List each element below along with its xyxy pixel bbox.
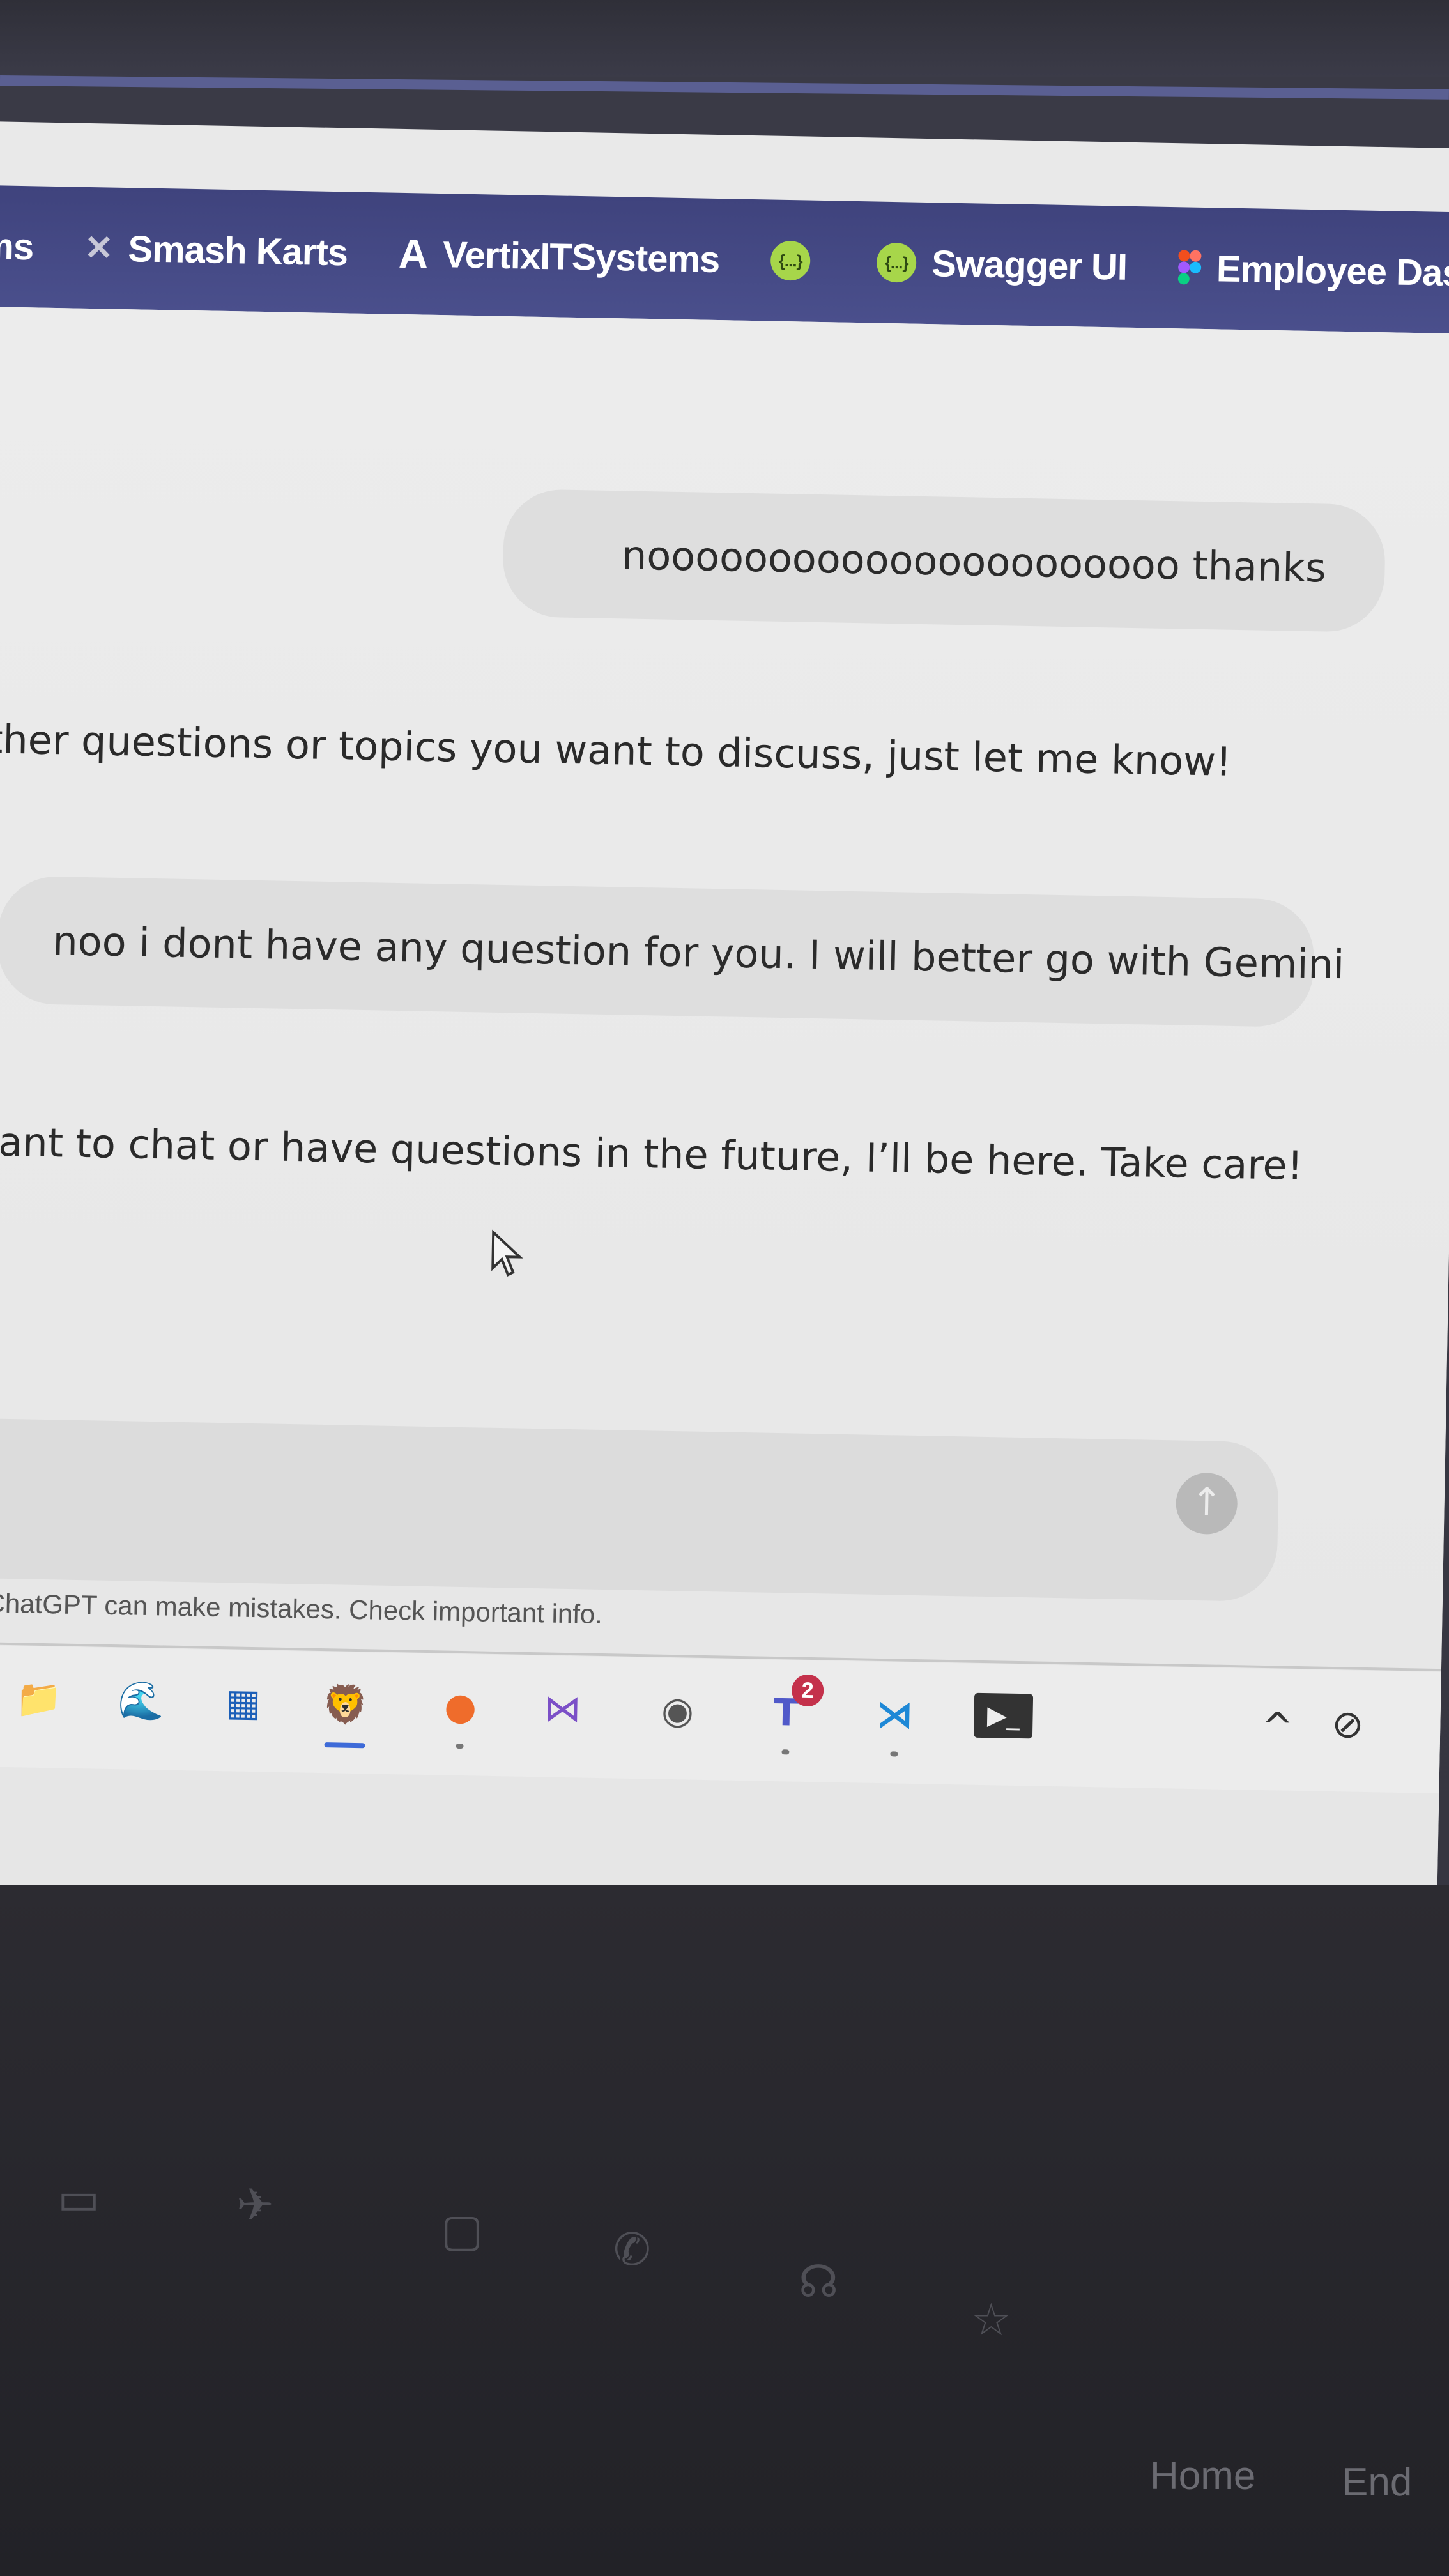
file-explorer-icon[interactable]: 📁 xyxy=(9,1669,69,1729)
bookmark-vertixitsystems[interactable]: A VertixITSystems xyxy=(398,230,720,280)
message-text: noo i dont have any question for you. I … xyxy=(52,917,1345,988)
bookmark-swagger-ui[interactable]: {...} Swagger UI xyxy=(876,241,1128,288)
bookmark-label: Employee Dashbo xyxy=(1216,247,1449,295)
braces-icon: {...} xyxy=(876,242,917,283)
display-key-icon: ▢ xyxy=(441,2205,484,2255)
headset-key-icon: ☊ xyxy=(799,2257,839,2306)
terminal-icon[interactable]: ▶_ xyxy=(973,1692,1034,1739)
home-key: Home xyxy=(1150,2454,1256,2498)
monitor-key-icon: ▭ xyxy=(57,2174,100,2223)
browser-icon[interactable]: ◉ xyxy=(648,1680,708,1740)
assistant-message: want to chat or have questions in the fu… xyxy=(0,1117,1304,1190)
braces-icon: {...} xyxy=(770,240,811,281)
bookmark-ms[interactable]: ms xyxy=(0,224,34,268)
photo-frame: ms ✕ Smash Karts A VertixITSystems {...}… xyxy=(0,0,1449,2576)
chat-area: noooooooooooooooooooooo thanks other que… xyxy=(0,306,1449,1912)
edge-icon[interactable]: 🌊 xyxy=(111,1671,171,1731)
bookmark-label: Swagger UI xyxy=(931,242,1128,288)
active-indicator xyxy=(324,1742,365,1749)
monitor-bezel-top xyxy=(0,0,1449,77)
airplane-key-icon: ✈ xyxy=(236,2180,274,2230)
brave-icon[interactable]: 🦁 xyxy=(316,1675,376,1749)
letter-a-icon: A xyxy=(398,230,428,277)
bookmark-label: VertixITSystems xyxy=(442,233,720,280)
monitor-screen: ms ✕ Smash Karts A VertixITSystems {...}… xyxy=(0,121,1449,1912)
arrow-up-icon: ↑ xyxy=(1190,1479,1223,1525)
postman-icon[interactable]: ● xyxy=(431,1676,491,1749)
teams-icon[interactable]: T 2 xyxy=(756,1674,824,1755)
star-key-icon: ☆ xyxy=(971,2295,1011,2345)
tray-overflow-chevron-icon[interactable]: ^ xyxy=(1261,1705,1294,1750)
bookmark-label: Smash Karts xyxy=(127,227,348,273)
figma-icon xyxy=(1177,250,1202,286)
bookmark-smash-karts[interactable]: ✕ Smash Karts xyxy=(84,226,348,274)
bookmark-label: ms xyxy=(0,225,34,268)
vscode-icon[interactable]: ⋊ xyxy=(865,1685,925,1757)
bunny-icon: ✕ xyxy=(84,228,114,268)
mouse-cursor-icon xyxy=(491,1229,523,1276)
user-message: noooooooooooooooooooooo thanks xyxy=(502,488,1386,633)
message-text: noooooooooooooooooooooo thanks xyxy=(621,531,1327,592)
message-input[interactable] xyxy=(0,1417,1280,1602)
notification-badge: 2 xyxy=(791,1674,824,1707)
assistant-message: other questions or topics you want to di… xyxy=(0,715,1232,785)
visual-studio-icon[interactable]: ⋈ xyxy=(533,1678,593,1738)
disclaimer-text: ChatGPT can make mistakes. Check importa… xyxy=(0,1588,603,1630)
bookmark-employee-dashboard[interactable]: Employee Dashbo xyxy=(1177,247,1449,296)
end-key: End xyxy=(1342,2460,1413,2504)
store-icon[interactable]: ▦ xyxy=(213,1673,273,1733)
bookmark-braces[interactable]: {...} xyxy=(770,240,826,282)
onedrive-icon[interactable]: ⊘ xyxy=(1331,1702,1365,1747)
phone-key-icon: ✆ xyxy=(613,2225,651,2274)
user-message: noo i dont have any question for you. I … xyxy=(0,875,1345,1028)
window-top-edge xyxy=(0,75,1449,100)
